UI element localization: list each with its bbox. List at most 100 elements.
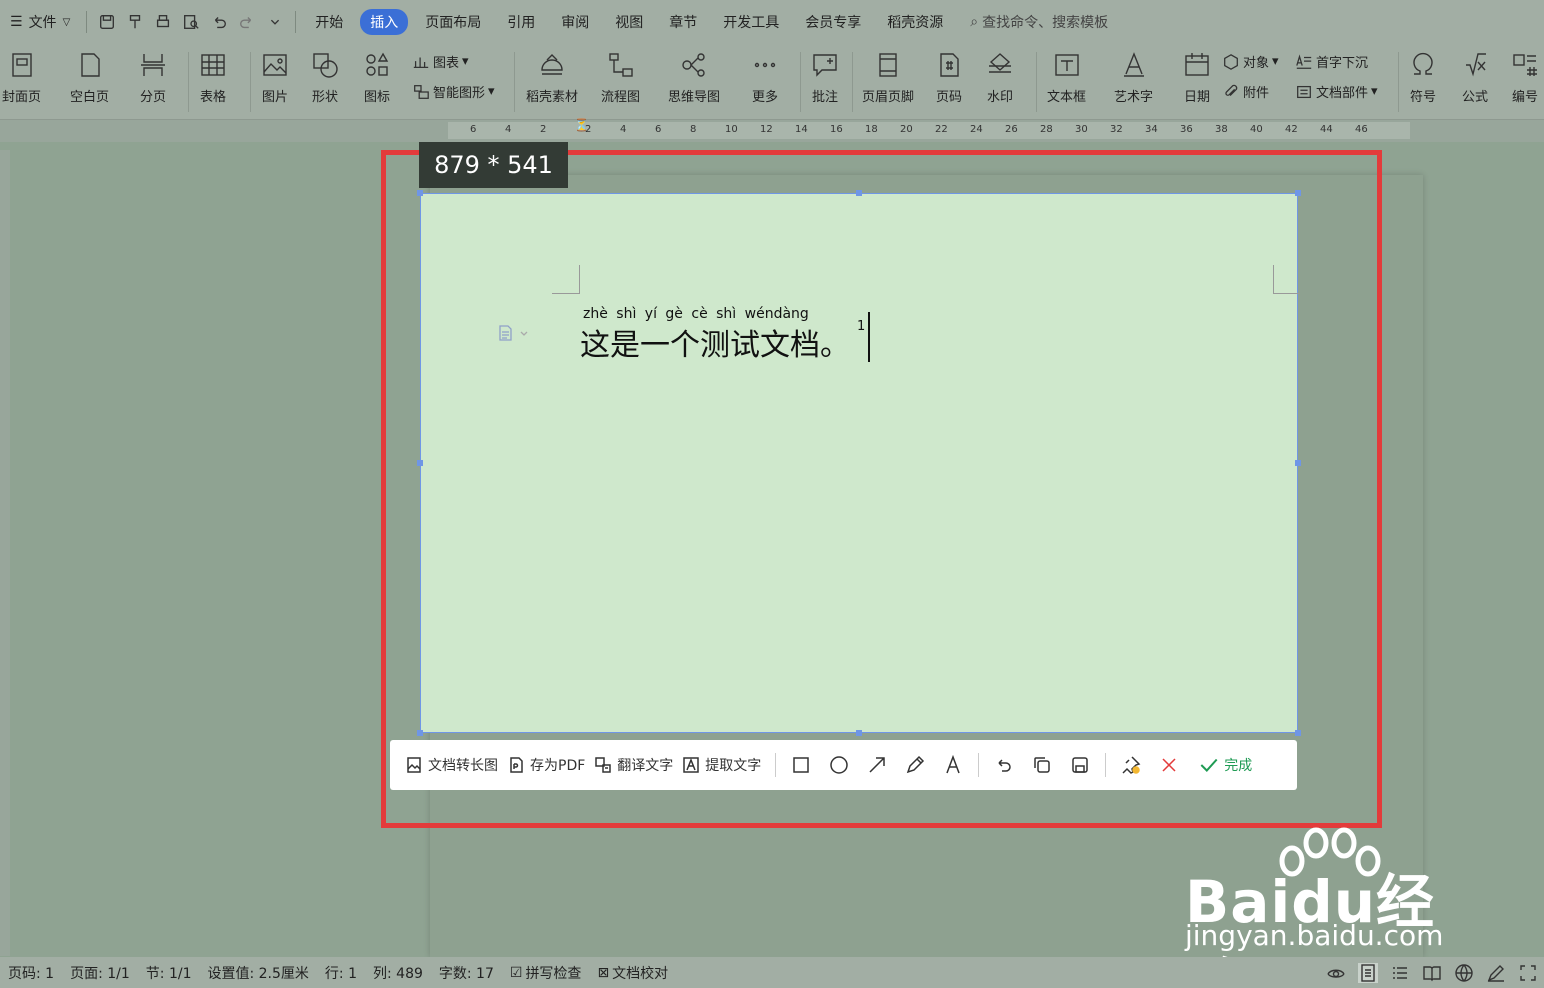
print-icon[interactable] xyxy=(151,10,175,34)
picture-icon xyxy=(263,54,287,76)
cover-page-button[interactable]: 封面页 xyxy=(2,44,41,105)
tab-home[interactable]: 开始 xyxy=(302,0,356,44)
tab-review[interactable]: 审阅 xyxy=(548,0,602,44)
blank-page-button[interactable]: 空白页 xyxy=(70,44,109,105)
format-painter-icon[interactable] xyxy=(123,10,147,34)
ruler-tick-label: 22 xyxy=(935,124,948,135)
tab-insert[interactable]: 插入 xyxy=(360,9,409,35)
object-icon xyxy=(1224,53,1238,70)
picture-button[interactable]: 图片 xyxy=(260,44,290,105)
resize-handle[interactable] xyxy=(1295,730,1301,736)
resize-handle[interactable] xyxy=(1295,190,1301,196)
resize-handle[interactable] xyxy=(856,190,862,196)
indent-marker-icon[interactable]: ⏳ xyxy=(574,119,589,131)
ruler-tick-label: 16 xyxy=(830,124,843,135)
document-text[interactable]: 这是一个测试文档。 xyxy=(580,320,850,364)
done-button[interactable]: 完成 xyxy=(1198,754,1252,776)
more-button[interactable]: 更多 xyxy=(750,44,780,105)
undo-icon[interactable] xyxy=(207,10,231,34)
text-tool-icon[interactable] xyxy=(934,755,972,775)
daoke-material-button[interactable]: 稻壳素材 xyxy=(526,44,578,105)
wordart-button[interactable]: 艺术字 xyxy=(1114,44,1153,105)
resize-handle[interactable] xyxy=(417,190,423,196)
rectangle-tool-icon[interactable] xyxy=(782,755,820,775)
textbox-button[interactable]: 文本框 xyxy=(1047,44,1086,105)
copy-icon[interactable] xyxy=(1023,755,1061,775)
header-footer-button[interactable]: 页眉页脚 xyxy=(862,44,914,105)
ruler-tick-label: 12 xyxy=(760,124,773,135)
resize-handle[interactable] xyxy=(1295,460,1301,466)
material-icon xyxy=(541,54,563,75)
resize-handle[interactable] xyxy=(417,730,423,736)
chevron-down-icon: ▽ xyxy=(62,16,71,28)
translate-text-button[interactable]: 翻译文字 xyxy=(593,755,673,775)
command-search[interactable]: ⌕ 查找命令、搜索模板 xyxy=(970,12,1108,32)
vertical-ruler[interactable] xyxy=(0,150,10,956)
ruler-tick-label: 6 xyxy=(470,124,477,135)
object-button[interactable]: 对象 ▾ xyxy=(1222,52,1279,71)
attachment-button[interactable]: 附件 xyxy=(1222,82,1269,101)
pen-tool-icon[interactable] xyxy=(896,755,934,775)
header-footer-icon xyxy=(879,53,897,77)
watermark-button[interactable]: 水印 xyxy=(985,44,1015,105)
customize-quick-access-icon[interactable] xyxy=(263,10,287,34)
close-icon[interactable] xyxy=(1150,755,1188,775)
tab-page-layout[interactable]: 页面布局 xyxy=(412,0,494,44)
fullscreen-icon[interactable] xyxy=(1518,963,1538,983)
horizontal-ruler[interactable]: 6 4 2 2 4 6 8 10 12 14 16 18 20 22 24 26 28 30 32 34 36 38 40 4… xyxy=(0,119,1544,142)
pin-icon[interactable] xyxy=(1112,755,1150,775)
to-long-image-button[interactable]: 文档转长图 xyxy=(404,755,498,775)
ruler-tick-label: 24 xyxy=(970,124,983,135)
date-button[interactable]: 日期 xyxy=(1182,44,1212,105)
document-parts-button[interactable]: 文档部件 ▾ xyxy=(1295,82,1378,101)
tab-developer[interactable]: 开发工具 xyxy=(710,0,792,44)
save-pdf-button[interactable]: 存为PDF xyxy=(506,755,585,775)
resize-handle[interactable] xyxy=(856,730,862,736)
eye-protection-icon[interactable] xyxy=(1326,963,1346,983)
write-view-icon[interactable] xyxy=(1486,963,1506,983)
resize-handle[interactable] xyxy=(417,460,423,466)
arrow-tool-icon[interactable] xyxy=(858,755,896,775)
comment-button[interactable]: 批注 xyxy=(810,44,840,105)
undo-icon[interactable] xyxy=(985,755,1023,775)
page-view-icon[interactable] xyxy=(1358,962,1378,983)
save-icon[interactable] xyxy=(95,10,119,34)
tab-daoke-resources[interactable]: 稻壳资源 xyxy=(874,0,956,44)
file-menu[interactable]: ☰ 文件 ▽ xyxy=(0,0,80,44)
page-break-button[interactable]: 分页 xyxy=(138,44,168,105)
spellcheck-button[interactable]: ☑ 拼写检查 xyxy=(502,963,590,983)
web-view-icon[interactable] xyxy=(1454,963,1474,983)
symbol-button[interactable]: 符号 xyxy=(1408,44,1438,105)
table-button[interactable]: 表格 xyxy=(198,44,228,105)
shape-button[interactable]: 形状 xyxy=(310,44,340,105)
chart-button[interactable]: 图表 ▾ xyxy=(412,52,469,71)
mindmap-button[interactable]: 思维导图 xyxy=(668,44,720,105)
proofread-button[interactable]: ⊠ 文档校对 xyxy=(589,963,676,983)
icon-library-button[interactable]: 图标 xyxy=(362,44,392,105)
tab-member[interactable]: 会员专享 xyxy=(792,0,874,44)
ellipse-tool-icon[interactable] xyxy=(820,755,858,775)
status-pages[interactable]: 页面: 1/1 xyxy=(62,963,138,983)
extract-text-button[interactable]: 提取文字 xyxy=(681,755,761,775)
formula-button[interactable]: 公式 xyxy=(1460,44,1490,105)
ruler-tick-label: 2 xyxy=(540,124,547,135)
redo-icon[interactable] xyxy=(235,10,259,34)
document-parts-icon xyxy=(1297,85,1311,98)
numbering-icon xyxy=(1513,54,1537,76)
tab-chapter[interactable]: 章节 xyxy=(656,0,710,44)
tab-references[interactable]: 引用 xyxy=(494,0,548,44)
print-preview-icon[interactable] xyxy=(179,10,203,34)
paragraph-layout-icon[interactable] xyxy=(497,324,531,346)
tab-view[interactable]: 视图 xyxy=(602,0,656,44)
save-icon[interactable] xyxy=(1061,755,1099,775)
drop-cap-button[interactable]: 首字下沉 xyxy=(1295,52,1368,71)
status-wordcount[interactable]: 字数: 17 xyxy=(431,963,502,983)
outline-view-icon[interactable] xyxy=(1390,963,1410,983)
reading-view-icon[interactable] xyxy=(1422,963,1442,983)
page-number-button[interactable]: 页码 xyxy=(934,44,964,105)
smartart-button[interactable]: 智能图形 ▾ xyxy=(412,82,495,101)
flowchart-button[interactable]: 流程图 xyxy=(601,44,640,105)
ruler-tick-label: 14 xyxy=(795,124,808,135)
search-input[interactable]: 查找命令、搜索模板 xyxy=(982,12,1108,32)
numbering-button[interactable]: 编号 xyxy=(1510,44,1540,105)
